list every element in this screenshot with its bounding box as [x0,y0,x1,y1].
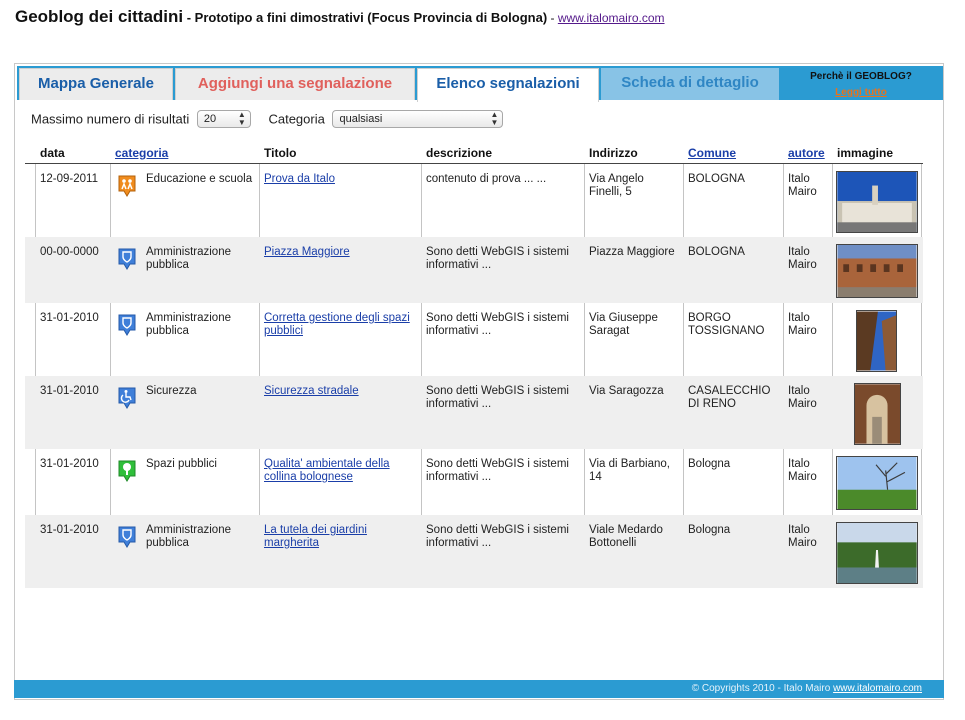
photo-thumbnail[interactable] [854,383,901,445]
accessibility-icon [118,387,136,409]
row-author: Italo Mairo [788,246,817,271]
app-title: Geoblog dei cittadini [15,7,184,26]
row-comune: BOLOGNA [688,246,745,258]
row-description: contenuto di prova ... ... [426,173,547,185]
photo-thumbnail[interactable] [836,244,918,298]
col-indirizzo: Indirizzo [589,146,638,160]
max-results-value: 20 [203,113,217,125]
row-category: Amministrazione pubblica [146,246,231,271]
school-icon [118,175,136,197]
table-row[interactable]: 00-00-0000 Amministrazione pubblica Piaz… [25,237,923,303]
row-author: Italo Mairo [788,524,817,549]
max-results-label: Massimo numero di risultati [31,111,190,127]
row-category: Amministrazione pubblica [146,524,231,549]
row-title-link[interactable]: La tutela dei giardini margherita [264,524,414,550]
table-row[interactable]: 31-01-2010 Amministrazione pubblica Corr… [25,303,923,376]
row-title-link[interactable]: Sicurezza stradale [264,385,414,398]
page-header: Geoblog dei cittadini - Prototipo a fini… [15,7,665,27]
row-description: Sono detti WebGIS i sistemi informativi … [426,458,569,483]
row-description: Sono detti WebGIS i sistemi informativi … [426,524,569,549]
row-address: Via Saragozza [589,385,664,397]
row-category: Educazione e scuola [146,173,253,185]
photo-thumbnail[interactable] [856,310,897,372]
category-select[interactable]: qualsiasi ▲ ▼ [332,110,504,128]
row-description: Sono detti WebGIS i sistemi informativi … [426,246,569,271]
filter-bar: Massimo numero di risultati 20 ▲ ▼ Categor… [31,110,504,128]
max-results-select[interactable]: 20 ▲ ▼ [196,110,251,128]
row-category: Spazi pubblici [146,458,217,470]
row-comune: BOLOGNA [688,173,745,185]
row-description: Sono detti WebGIS i sistemi informativi … [426,312,569,337]
table-body: 12-09-2011 Educazione e scuola Prova da … [25,164,923,588]
row-title-link[interactable]: Prova da Italo [264,173,414,186]
shield-icon [118,526,136,548]
why-geoblog-box: Perchè il GEOBLOG? Leggi tutto [779,66,943,100]
category-value: qualsiasi [339,113,383,125]
reports-table: data categoria Titolo descrizione Indiri… [25,144,923,588]
col-titolo: Titolo [264,146,297,160]
row-author: Italo Mairo [788,312,817,337]
row-title-link[interactable]: Corretta gestione degli spazi pubblici [264,312,414,338]
row-address: Viale Medardo Bottonelli [589,524,663,549]
table-row[interactable]: 31-01-2010 Amministrazione pubblica La t… [25,515,923,588]
row-category: Sicurezza [146,385,197,397]
row-date: 12-09-2011 [40,173,98,185]
tab-mappa-generale[interactable]: Mappa Generale [19,68,173,100]
row-description: Sono detti WebGIS i sistemi informativi … [426,385,569,410]
table-row[interactable]: 31-01-2010 Sicurezza Sicurezza stradale … [25,376,923,449]
col-data: data [40,146,65,160]
tab-bar: Mappa Generale Aggiungi una segnalazione… [17,66,943,102]
shield-icon [118,248,136,270]
app-subtitle: - Prototipo a fini dimostrativi (Focus P… [183,10,548,25]
row-date: 31-01-2010 [40,312,99,324]
row-comune: CASALECCHIO DI RENO [688,385,771,410]
select-arrows-icon: ▲ ▼ [237,110,246,127]
row-date: 31-01-2010 [40,385,99,397]
table-row[interactable]: 31-01-2010 Spazi pubblici Qualita' ambie… [25,449,923,515]
row-author: Italo Mairo [788,173,817,198]
col-autore-sort[interactable]: autore [788,146,825,160]
row-comune: Bologna [688,458,731,470]
row-title-link[interactable]: Piazza Maggiore [264,246,414,259]
row-comune: BORGO TOSSIGNANO [688,312,765,337]
row-address: Piazza Maggiore [589,246,675,258]
row-author: Italo Mairo [788,385,817,410]
header-site-link[interactable]: www.italomairo.com [558,11,665,25]
row-date: 00-00-0000 [40,246,99,258]
why-geoblog-title: Perchè il GEOBLOG? [810,71,912,82]
category-label: Categoria [268,111,325,127]
row-author: Italo Mairo [788,458,817,483]
row-address: Via Giuseppe Saragat [589,312,658,337]
col-immagine: immagine [837,146,894,160]
photo-thumbnail[interactable] [836,522,918,584]
footer-site-link[interactable]: www.italomairo.com [833,683,922,694]
photo-thumbnail[interactable] [836,456,918,510]
tree-icon [118,460,136,482]
row-date: 31-01-2010 [40,458,99,470]
header-separator: - [547,11,558,25]
table-header: data categoria Titolo descrizione Indiri… [25,144,923,164]
main-panel: Mappa Generale Aggiungi una segnalazione… [14,63,944,700]
row-date: 31-01-2010 [40,524,99,536]
table-row[interactable]: 12-09-2011 Educazione e scuola Prova da … [25,164,923,237]
tab-scheda-dettaglio[interactable]: Scheda di dettaglio [601,68,779,100]
tab-elenco-segnalazioni[interactable]: Elenco segnalazioni [417,68,599,102]
shield-icon [118,314,136,336]
col-categoria-sort[interactable]: categoria [115,146,168,160]
col-comune-sort[interactable]: Comune [688,146,736,160]
col-descrizione: descrizione [426,146,493,160]
row-category: Amministrazione pubblica [146,312,231,337]
photo-thumbnail[interactable] [836,171,918,233]
page-footer: © Copyrights 2010 - Italo Mairo www.ital… [14,680,944,698]
row-address: Via Angelo Finelli, 5 [589,173,644,198]
row-title-link[interactable]: Qualita' ambientale della collina bologn… [264,458,414,484]
select-arrows-icon: ▲ ▼ [490,110,499,127]
tab-aggiungi-segnalazione[interactable]: Aggiungi una segnalazione [175,68,415,100]
row-comune: Bologna [688,524,731,536]
row-address: Via di Barbiano, 14 [589,458,670,483]
copyright-text: © Copyrights 2010 - Italo Mairo [691,683,834,694]
read-more-link[interactable]: Leggi tutto [835,87,887,98]
